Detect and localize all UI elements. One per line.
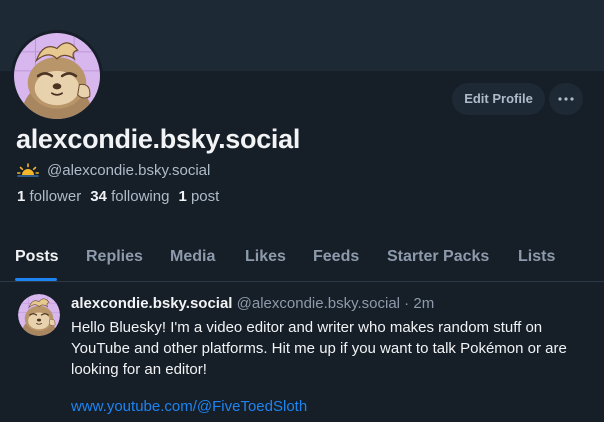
sloth-avatar-image [14, 33, 100, 119]
sunrise-icon [17, 163, 39, 177]
post-author-avatar[interactable] [18, 294, 60, 336]
tab-posts[interactable]: Posts [15, 248, 59, 266]
followers-stat[interactable]: 1 follower [17, 188, 81, 205]
profile-handle-row: @alexcondie.bsky.social [17, 160, 210, 180]
posts-stat: 1 post [178, 188, 219, 205]
following-count: 34 [90, 188, 107, 205]
tab-lists[interactable]: Lists [518, 248, 555, 266]
following-stat[interactable]: 34 following [90, 188, 169, 205]
post-author-handle-time: @alexcondie.bsky.social · 2m [236, 295, 435, 312]
tab-starter-packs[interactable]: Starter Packs [387, 248, 489, 266]
profile-avatar[interactable] [11, 30, 103, 122]
followers-label: follower [29, 188, 82, 205]
more-options-button[interactable] [549, 83, 583, 115]
post-body: Hello Bluesky! I'm a video editor and wr… [71, 319, 567, 378]
profile-display-name: alexcondie.bsky.social [16, 124, 301, 154]
profile-stats: 1 follower 34 following 1 post [17, 188, 219, 205]
profile-page: Edit Profile alexcondie.bsky.social @ale… [0, 0, 604, 422]
post-link[interactable]: www.youtube.com/@FiveToedSloth [71, 398, 307, 415]
post-author-name[interactable]: alexcondie.bsky.social [71, 295, 232, 312]
profile-tabs: Posts Replies Media Likes Feeds Starter … [0, 236, 604, 281]
post-item[interactable]: alexcondie.bsky.social @alexcondie.bsky.… [0, 282, 604, 422]
tab-feeds[interactable]: Feeds [313, 248, 359, 266]
posts-label: post [190, 188, 220, 205]
tab-replies[interactable]: Replies [86, 248, 143, 266]
edit-profile-button[interactable]: Edit Profile [452, 83, 545, 115]
more-horizontal-icon [558, 97, 574, 101]
tab-likes[interactable]: Likes [245, 248, 286, 266]
profile-handle: @alexcondie.bsky.social [47, 161, 211, 179]
posts-count: 1 [178, 188, 187, 205]
followers-count: 1 [17, 188, 26, 205]
post-header: alexcondie.bsky.social @alexcondie.bsky.… [71, 295, 434, 312]
following-label: following [111, 188, 170, 205]
sloth-avatar-small [18, 294, 60, 336]
tab-media[interactable]: Media [170, 248, 215, 266]
